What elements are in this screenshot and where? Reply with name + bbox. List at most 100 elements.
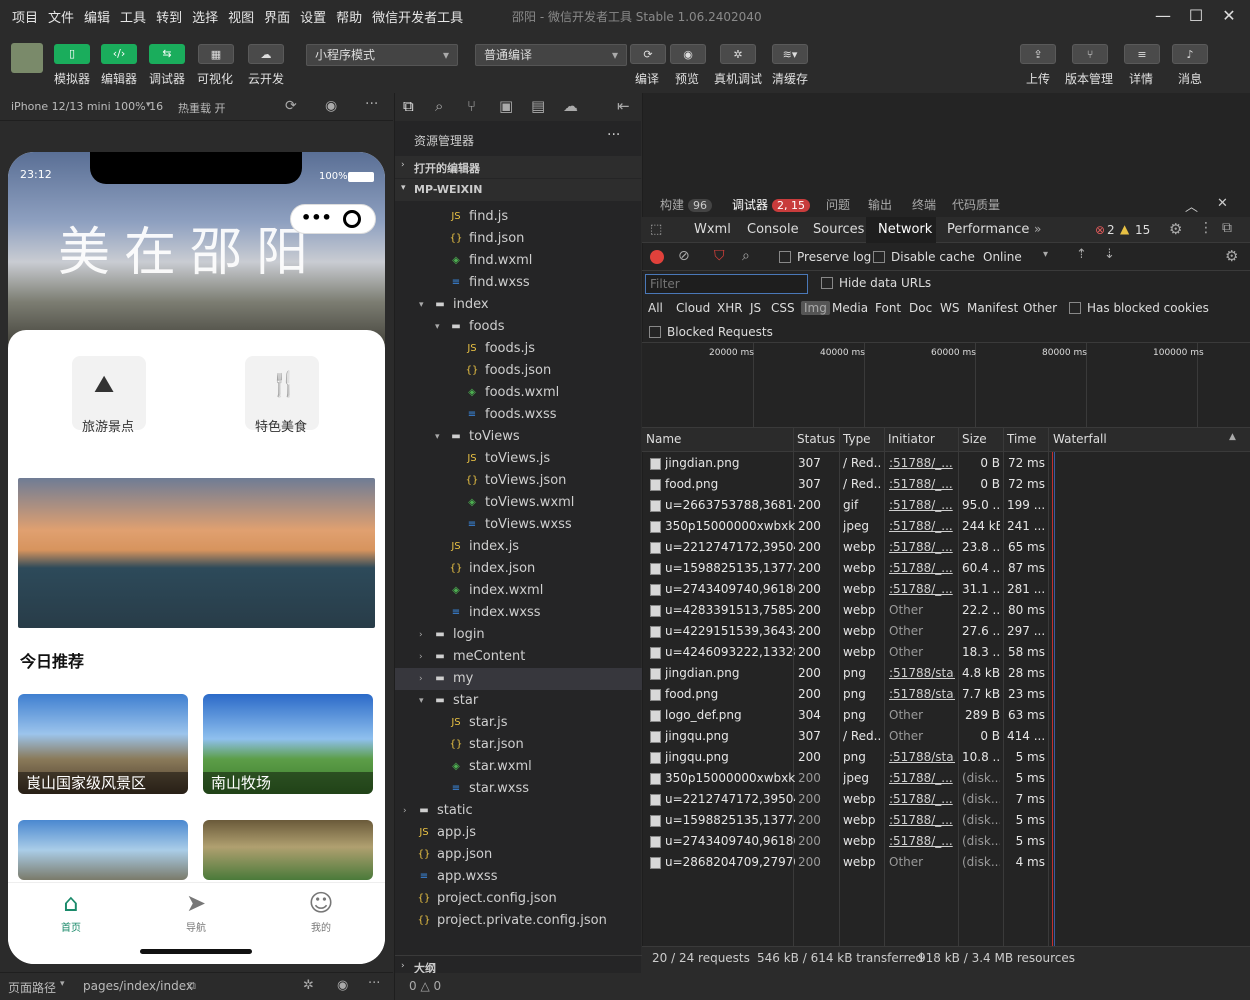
refresh-icon[interactable]: ⟳ — [285, 98, 297, 114]
editor-button[interactable]: ‹/› — [101, 44, 137, 64]
type-filter-xhr[interactable]: XHR — [717, 301, 743, 315]
tree-item[interactable]: JS star.js — [395, 712, 642, 734]
tree-item[interactable]: JS foods.js — [395, 338, 642, 360]
network-overview[interactable]: 20000 ms 40000 ms 60000 ms 80000 ms 100000 m… — [642, 343, 1250, 427]
tree-item[interactable]: ◈ foods.wxml — [395, 382, 642, 404]
avatar[interactable] — [11, 43, 43, 73]
menu-item-3[interactable]: 工具 — [115, 7, 151, 26]
preserve-log-checkbox[interactable] — [779, 251, 791, 263]
table-row[interactable]: jingdian.png 307 / Red...:51788/_... 0 B 72 … — [646, 453, 1046, 474]
tree-item[interactable]: JS app.js — [395, 822, 642, 844]
search-icon[interactable]: ⌕ — [435, 97, 443, 115]
tree-item[interactable]: ≡ app.wxss — [395, 866, 642, 888]
table-row[interactable]: food.png 200 png:51788/sta... 7.7 kB 23 ms — [646, 684, 1046, 705]
remote-debug-icon[interactable]: ✲ — [720, 44, 756, 64]
more-tabs-icon[interactable]: » — [1034, 222, 1041, 236]
tree-item[interactable]: JS toViews.js — [395, 448, 642, 470]
tab-console[interactable]: Console — [747, 222, 799, 237]
table-row[interactable]: jingdian.png 200 png:51788/sta... 4.8 kB 28 … — [646, 663, 1046, 684]
details-icon[interactable]: ≡ — [1124, 44, 1160, 64]
table-row[interactable]: u=2743409740,96186...200 webp:51788/_... 3… — [646, 579, 1046, 600]
clear-cache-icon[interactable]: ≋▾ — [772, 44, 808, 64]
menu-item-6[interactable]: 视图 — [223, 7, 259, 26]
cloud-icon[interactable]: ☁ — [563, 97, 578, 115]
tree-item[interactable]: {} project.config.json — [395, 888, 642, 910]
menu-item-0[interactable]: 项目 — [0, 7, 43, 26]
devtools-tab[interactable]: 构建 96 — [660, 196, 713, 213]
tree-item[interactable]: ◈ index.wxml — [395, 580, 642, 602]
devtools-tab[interactable]: 代码质量 — [952, 196, 1000, 213]
type-filter-all[interactable]: All — [648, 301, 663, 315]
menu-item-9[interactable]: 帮助 — [331, 7, 367, 26]
table-row[interactable]: u=4246093222,13328...200 webp Other 18.3 ..… — [646, 642, 1046, 663]
tree-item[interactable]: ≡ index.wxss — [395, 602, 642, 624]
type-filter-doc[interactable]: Doc — [909, 301, 932, 315]
table-row[interactable]: u=2212747172,39504...200 webp:51788/_... (… — [646, 789, 1046, 810]
tree-item[interactable]: › ▬ login — [395, 624, 642, 646]
rec-item[interactable] — [203, 820, 373, 880]
tree-item[interactable]: ≡ star.wxss — [395, 778, 642, 800]
warning-count[interactable]: 15 — [1135, 223, 1150, 237]
import-icon[interactable]: ⇡ — [1076, 247, 1087, 262]
devtools-tab[interactable]: 输出 — [868, 196, 892, 213]
stop-icon[interactable]: ◉ — [325, 98, 337, 114]
visual-button[interactable]: ▦ — [198, 44, 234, 64]
tree-item[interactable]: {} find.json — [395, 228, 642, 250]
files-icon[interactable]: ⧉ — [403, 97, 414, 115]
tree-item[interactable]: {} toViews.json — [395, 470, 642, 492]
tree-item[interactable]: ▾ ▬ star — [395, 690, 642, 712]
rec-item[interactable]: 崀山国家级风景区 — [18, 694, 188, 794]
tab-performance[interactable]: Performance — [947, 222, 1029, 237]
close-icon[interactable]: ✕ — [1218, 5, 1240, 27]
column-time[interactable]: Time — [1007, 432, 1036, 446]
dock-icon[interactable]: ⧉ — [1222, 220, 1232, 236]
tree-item[interactable]: {} index.json — [395, 558, 642, 580]
column-waterfall[interactable]: Waterfall — [1053, 432, 1107, 446]
rec-item[interactable]: 南山牧场 — [203, 694, 373, 794]
table-row[interactable]: u=4283391513,75854...200 webp Other 22.2 ..… — [646, 600, 1046, 621]
tree-item[interactable]: JS index.js — [395, 536, 642, 558]
network-settings-icon[interactable]: ⚙ — [1225, 247, 1238, 265]
eye-icon[interactable]: ◉ — [337, 978, 348, 993]
minimize-icon[interactable]: — — [1152, 5, 1174, 27]
type-filter-manifest[interactable]: Manifest — [967, 301, 1018, 315]
throttle-select[interactable]: Online — [983, 250, 1022, 264]
devtools-tab[interactable]: 问题 — [826, 196, 850, 213]
chevron-up-icon[interactable]: ︿ — [1185, 196, 1198, 215]
disable-cache-checkbox[interactable] — [873, 251, 885, 263]
filter-input[interactable] — [645, 274, 808, 294]
extensions-icon[interactable]: ▣ — [499, 97, 513, 115]
kebab-icon[interactable]: ⋮ — [1199, 220, 1213, 236]
copy-icon[interactable]: ⧉ — [188, 979, 196, 993]
table-row[interactable]: logo_def.png 304 png Other 289 B 63 ms — [646, 705, 1046, 726]
compile-icon[interactable]: ⟳ — [630, 44, 666, 64]
table-row[interactable]: u=2212747172,39504...200 webp:51788/_... 2… — [646, 537, 1046, 558]
export-icon[interactable]: ⇣ — [1104, 247, 1115, 262]
table-row[interactable]: u=2663753788,36814...200 gif:51788/_... 95… — [646, 495, 1046, 516]
capsule-menu[interactable]: ••• — [290, 204, 376, 234]
column-initiator[interactable]: Initiator — [888, 432, 935, 446]
tab-sources[interactable]: Sources — [813, 222, 864, 237]
tree-item[interactable]: › ▬ my — [395, 668, 642, 690]
record-icon[interactable] — [650, 250, 664, 264]
open-editors-section[interactable]: › 打开的编辑器 — [395, 156, 642, 178]
settings-icon[interactable]: ⚙ — [1169, 220, 1182, 238]
banner-image[interactable] — [18, 478, 375, 628]
type-filter-media[interactable]: Media — [832, 301, 868, 315]
tree-item[interactable]: ≡ toViews.wxss — [395, 514, 642, 536]
tree-item[interactable]: ◈ find.wxml — [395, 250, 642, 272]
tree-item[interactable]: ≡ find.wxss — [395, 272, 642, 294]
tree-item[interactable]: › ▬ meContent — [395, 646, 642, 668]
menu-item-2[interactable]: 编辑 — [79, 7, 115, 26]
simulator-button[interactable]: ▯ — [54, 44, 90, 64]
tree-item[interactable]: ◈ star.wxml — [395, 756, 642, 778]
maximize-icon[interactable]: ☐ — [1185, 5, 1207, 27]
more-icon[interactable]: ··· — [368, 976, 380, 991]
column-size[interactable]: Size — [962, 432, 987, 446]
tree-item[interactable]: ▾ ▬ foods — [395, 316, 642, 338]
tree-item[interactable]: ≡ foods.wxss — [395, 404, 642, 426]
table-row[interactable]: food.png 307 / Red...:51788/_... 0 B 72 ms — [646, 474, 1046, 495]
table-row[interactable]: u=1598825135,13774...200 webp:51788/_... 6… — [646, 558, 1046, 579]
column-name[interactable]: Name — [646, 432, 681, 446]
tab-home[interactable]: ⌂ 首页 — [41, 887, 101, 934]
